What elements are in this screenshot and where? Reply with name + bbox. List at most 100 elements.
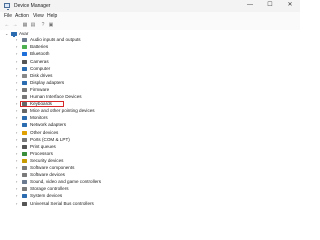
tree-root[interactable]: ⌄ Avar (0, 31, 200, 37)
tree-category-label: Sound, video and game controllers (30, 179, 101, 185)
tree-category[interactable]: › Bluetooth (0, 51, 200, 57)
tree-category-label: Ports (COM & LPT) (30, 136, 70, 142)
collapse-caret-icon[interactable]: › (16, 144, 17, 150)
collapse-caret-icon[interactable]: › (16, 108, 17, 114)
tree-category[interactable]: › Software components (0, 165, 200, 171)
maximize-button[interactable]: ☐ (260, 0, 280, 10)
menu-view[interactable]: View (33, 13, 44, 19)
show-hidden-icon[interactable]: ▣ (48, 22, 54, 28)
computer-icon (11, 32, 17, 37)
expand-caret-icon[interactable]: ⌄ (5, 31, 8, 37)
menu-action[interactable]: Action (15, 13, 29, 19)
tree-category-label: Display adapters (30, 79, 65, 85)
collapse-caret-icon[interactable]: › (16, 130, 17, 136)
tree-category[interactable]: › Display adapters (0, 80, 200, 86)
tree-category[interactable]: › Print queues (0, 144, 200, 150)
tree-category[interactable]: › Ports (COM & LPT) (0, 137, 200, 143)
collapse-caret-icon[interactable]: › (16, 186, 17, 192)
collapse-caret-icon[interactable]: › (16, 193, 17, 199)
collapse-caret-icon[interactable]: › (16, 87, 17, 93)
tree-category[interactable]: › Human Interface Devices (0, 94, 200, 100)
tree-category-label: Cameras (30, 58, 49, 64)
forward-icon[interactable]: → (12, 22, 18, 28)
collapse-caret-icon[interactable]: › (16, 94, 17, 100)
menu-help[interactable]: Help (47, 13, 57, 19)
view-icon[interactable]: ▦ (22, 22, 28, 28)
software-device-icon (22, 173, 27, 178)
tree-category-label: Disk drives (30, 72, 53, 78)
window-title: Device Manager (14, 3, 51, 9)
collapse-caret-icon[interactable]: › (16, 59, 17, 65)
collapse-caret-icon[interactable]: › (16, 122, 17, 128)
tree-category[interactable]: › Audio inputs and outputs (0, 37, 200, 43)
printer-icon (22, 144, 27, 149)
security-icon (22, 158, 27, 163)
tree-category[interactable]: › Processors (0, 151, 200, 157)
collapse-caret-icon[interactable]: › (16, 51, 17, 57)
tree-category[interactable]: › Software devices (0, 172, 200, 178)
collapse-caret-icon[interactable]: › (16, 137, 17, 143)
collapse-caret-icon[interactable]: › (16, 80, 17, 86)
battery-icon (22, 45, 27, 50)
back-icon[interactable]: ← (4, 22, 10, 28)
device-manager-app-icon (4, 3, 10, 10)
help-icon[interactable]: ? (40, 22, 46, 28)
tree-category-label: Software devices (30, 172, 65, 178)
tree-category[interactable]: › Mice and other pointing devices (0, 108, 200, 114)
network-icon (22, 123, 27, 128)
tree-category[interactable]: › Disk drives (0, 73, 200, 79)
tree-category[interactable]: › Universal Serial Bus controllers (0, 201, 200, 207)
collapse-caret-icon[interactable]: › (16, 37, 17, 43)
tree-category[interactable]: › Other devices (0, 130, 200, 136)
tree-category-label: System devices (30, 193, 63, 199)
tree-category[interactable]: › Monitors (0, 115, 200, 121)
tree-category[interactable]: › Batteries (0, 44, 200, 50)
menu-file[interactable]: File (4, 13, 12, 19)
collapse-caret-icon[interactable]: › (16, 73, 17, 79)
tree-category[interactable]: › Cameras (0, 59, 200, 65)
collapse-caret-icon[interactable]: › (16, 151, 17, 157)
tree-category[interactable]: › Network adapters (0, 122, 200, 128)
sound-icon (22, 180, 27, 185)
display-icon (22, 80, 27, 85)
tree-category[interactable]: › Firmware (0, 87, 200, 93)
tree-category-label: Software components (30, 165, 75, 170)
collapse-caret-icon[interactable]: › (16, 115, 17, 121)
collapse-caret-icon[interactable]: › (16, 158, 17, 164)
title-bar: Device Manager — ☐ ✕ (0, 0, 300, 12)
collapse-caret-icon[interactable]: › (16, 165, 17, 171)
tree-category[interactable]: › Security devices (0, 158, 200, 164)
collapse-caret-icon[interactable]: › (16, 172, 17, 178)
tree-category[interactable]: › Computer (0, 66, 200, 72)
device-tree: ⌄ Avar › Audio inputs and outputs › Batteri… (0, 30, 300, 208)
tree-category-label: Computer (30, 65, 51, 71)
properties-icon[interactable]: ▤ (30, 22, 36, 28)
tree-category-label: Audio inputs and outputs (30, 37, 81, 43)
usb-icon (22, 201, 27, 206)
monitor-icon (22, 116, 27, 121)
tree-category-label: Other devices (30, 129, 59, 135)
camera-icon (22, 59, 27, 64)
tree-category[interactable]: › System devices (0, 193, 200, 199)
collapse-caret-icon[interactable]: › (16, 101, 17, 107)
tree-category[interactable]: › Sound, video and game controllers (0, 179, 200, 185)
software-component-icon (22, 166, 27, 170)
tree-category-label: Mice and other pointing devices (30, 108, 95, 114)
processor-icon (22, 151, 27, 156)
tree-category[interactable]: › Storage controllers (0, 186, 200, 192)
collapse-caret-icon[interactable]: › (16, 179, 17, 185)
collapse-caret-icon[interactable]: › (16, 201, 17, 207)
collapse-caret-icon[interactable]: › (16, 44, 17, 50)
collapse-caret-icon[interactable]: › (16, 66, 17, 72)
tree-category-label: Batteries (30, 44, 49, 50)
bluetooth-icon (22, 52, 27, 57)
close-button[interactable]: ✕ (280, 0, 300, 10)
tree-category-label: Print queues (30, 143, 56, 149)
minimize-button[interactable]: — (240, 0, 260, 10)
hid-icon (22, 95, 27, 99)
audio-icon (22, 38, 27, 43)
tree-category-label: Universal Serial Bus controllers (30, 200, 94, 206)
tree-category[interactable]: › Keyboards (0, 101, 200, 108)
tree-category-label: Firmware (30, 86, 50, 92)
tree-category-label: Human Interface Devices (30, 94, 82, 99)
